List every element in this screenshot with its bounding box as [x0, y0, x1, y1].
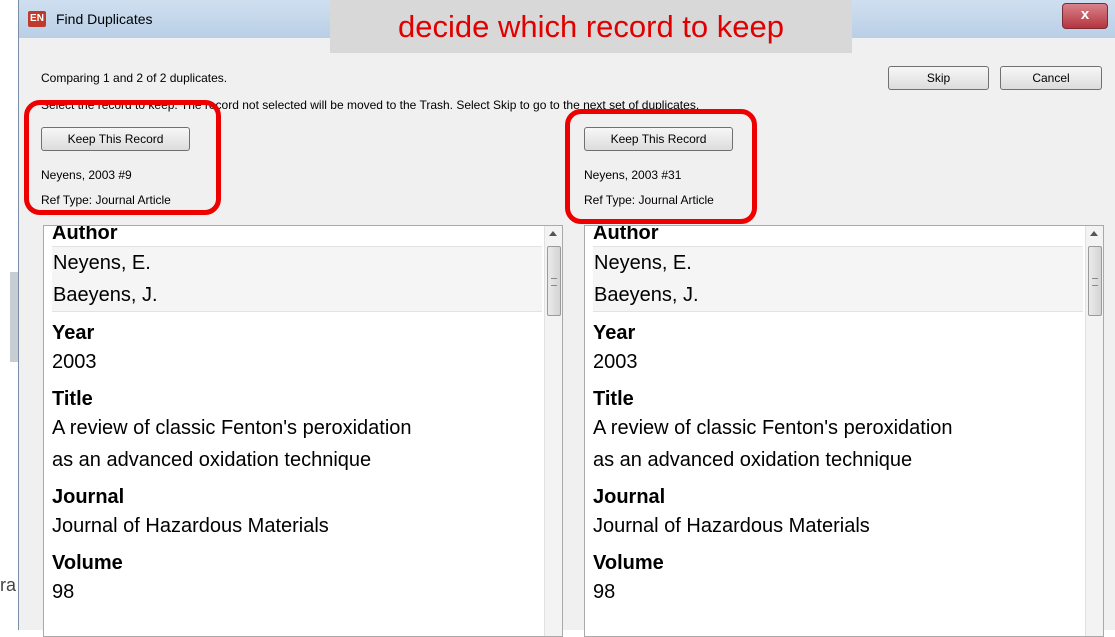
author-field[interactable]: Neyens, E. Baeyens, J.	[593, 246, 1083, 312]
author-name: Baeyens, J.	[594, 284, 699, 306]
year-label: Year	[52, 322, 95, 344]
record-fields-left: Author Neyens, E. Baeyens, J. Year 2003 …	[52, 226, 542, 636]
author-name: Baeyens, J.	[53, 284, 158, 306]
year-label: Year	[593, 322, 636, 344]
author-field[interactable]: Neyens, E. Baeyens, J.	[52, 246, 542, 312]
vertical-scrollbar[interactable]	[544, 226, 562, 636]
scrollbar-thumb[interactable]	[547, 246, 561, 316]
highlight-box-right	[565, 109, 757, 224]
journal-value: Journal of Hazardous Materials	[593, 515, 870, 537]
skip-button[interactable]: Skip	[888, 66, 989, 90]
scroll-up-arrow-icon[interactable]	[549, 231, 557, 236]
duplicate-status: Comparing 1 and 2 of 2 duplicates.	[41, 71, 228, 85]
title-value-line: A review of classic Fenton's peroxidatio…	[52, 417, 412, 439]
title-value-line: A review of classic Fenton's peroxidatio…	[593, 417, 953, 439]
background-app: ra	[0, 0, 18, 630]
grip-icon	[1092, 278, 1098, 286]
title-label: Title	[593, 388, 634, 410]
scrollbar-thumb[interactable]	[1088, 246, 1102, 316]
endnote-app-icon: EN	[28, 11, 46, 27]
window-title: Find Duplicates	[56, 11, 153, 27]
background-text: ra	[0, 575, 17, 595]
background-scrollbar	[10, 272, 18, 362]
annotation-banner: decide which record to keep	[330, 0, 852, 53]
journal-label: Journal	[593, 486, 666, 508]
journal-value: Journal of Hazardous Materials	[52, 515, 329, 537]
author-label: Author	[593, 226, 659, 244]
record-panel-right[interactable]: Author Neyens, E. Baeyens, J. Year 2003 …	[584, 225, 1104, 637]
find-duplicates-dialog: EN Find Duplicates x Comparing 1 and 2 o…	[18, 0, 1115, 637]
grip-icon	[551, 278, 557, 286]
scroll-up-arrow-icon[interactable]	[1090, 231, 1098, 236]
record-fields-right: Author Neyens, E. Baeyens, J. Year 2003 …	[593, 226, 1083, 636]
title-value-line: as an advanced oxidation technique	[52, 449, 372, 471]
volume-label: Volume	[593, 552, 664, 574]
year-value: 2003	[593, 351, 638, 373]
title-value-line: as an advanced oxidation technique	[593, 449, 913, 471]
volume-label: Volume	[52, 552, 123, 574]
volume-value: 98	[52, 581, 75, 603]
record-panel-left[interactable]: Author Neyens, E. Baeyens, J. Year 2003 …	[43, 225, 563, 637]
author-name: Neyens, E.	[594, 252, 692, 274]
cancel-button[interactable]: Cancel	[1000, 66, 1102, 90]
vertical-scrollbar[interactable]	[1085, 226, 1103, 636]
year-value: 2003	[52, 351, 97, 373]
highlight-box-left	[24, 100, 221, 215]
author-name: Neyens, E.	[53, 252, 151, 274]
title-label: Title	[52, 388, 93, 410]
volume-value: 98	[593, 581, 616, 603]
author-label: Author	[52, 226, 118, 244]
journal-label: Journal	[52, 486, 125, 508]
close-icon[interactable]: x	[1062, 3, 1108, 29]
